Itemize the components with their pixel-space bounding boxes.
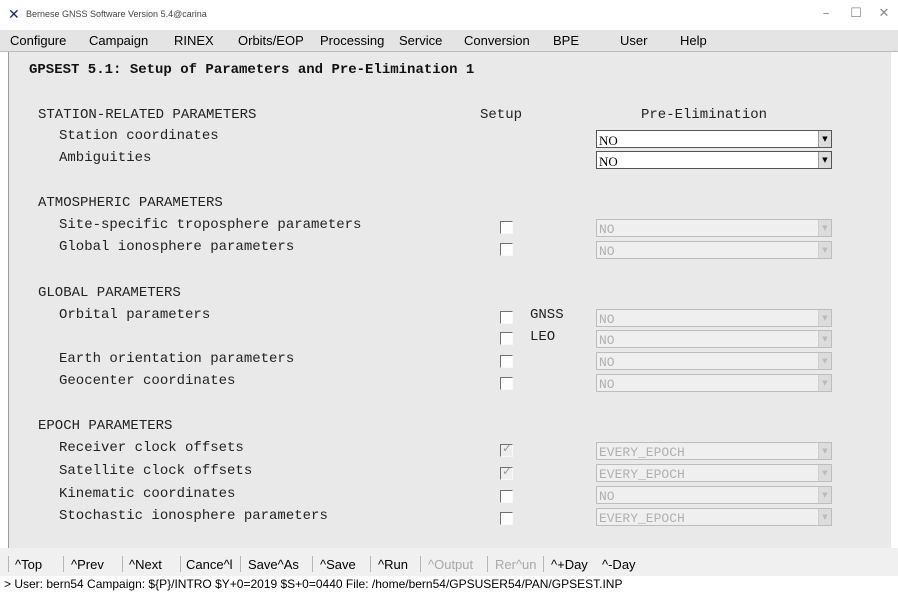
column-header-setup: Setup [480,107,523,123]
dropdown-arrow-icon[interactable]: ▼ [818,443,831,459]
dropdown-arrow-icon[interactable]: ▼ [818,331,831,347]
label-troposphere: Site-specific troposphere parameters [59,217,362,233]
eop-preelim-select[interactable]: NO ▼ [596,352,832,370]
title-bar: ✕ Bernese GNSS Software Version 5.4@cari… [0,0,898,30]
kinematic-setup-checkbox[interactable] [500,490,513,503]
label-orbital-parameters: Orbital parameters [59,307,211,323]
checkmark-icon: ✓ [502,441,513,455]
page-title: GPSEST 5.1: Setup of Parameters and Pre-… [29,62,475,78]
label-kinematic-coordinates: Kinematic coordinates [59,486,236,502]
dropdown-arrow-icon[interactable]: ▼ [818,375,831,391]
separator [487,556,488,572]
status-text: > User: bern54 Campaign: ${P}/INTRO $Y+0… [4,577,623,591]
menu-orbits-eop[interactable]: Orbits/EOP [238,33,304,48]
geocenter-setup-checkbox[interactable] [500,377,513,390]
menu-configure[interactable]: Configure [10,33,66,48]
close-icon[interactable]: ✕ [874,6,894,22]
run-button[interactable]: ^Run [378,557,408,572]
menu-processing[interactable]: Processing [320,33,384,48]
troposphere-setup-checkbox[interactable] [500,221,513,234]
minimize-icon[interactable]: – [816,6,836,22]
cancel-button[interactable]: Cance^l [186,557,233,572]
label-earth-orientation: Earth orientation parameters [59,351,295,367]
label-global-ionosphere: Global ionosphere parameters [59,239,295,255]
troposphere-preelim-select[interactable]: NO ▼ [596,219,832,237]
eop-setup-checkbox[interactable] [500,355,513,368]
stochastic-ionosphere-setup-checkbox[interactable] [500,512,513,525]
menu-user[interactable]: User [620,33,647,48]
menu-bpe[interactable]: BPE [553,33,579,48]
menu-rinex[interactable]: RINEX [174,33,214,48]
separator [122,556,123,572]
menu-campaign[interactable]: Campaign [89,33,148,48]
next-button[interactable]: ^Next [129,557,162,572]
label-stochastic-ionosphere: Stochastic ionosphere parameters [59,508,328,524]
save-button[interactable]: ^Save [320,557,356,572]
top-button[interactable]: ^Top [15,557,42,572]
bernese-x-icon: ✕ [8,7,20,23]
button-bar-grip [8,556,9,572]
dropdown-arrow-icon[interactable]: ▼ [818,353,831,369]
dropdown-arrow-icon[interactable]: ▼ [818,152,831,168]
orbital-gnss-preelim-select[interactable]: NO ▼ [596,309,832,327]
ambiguities-preelim-select[interactable]: NO ▼ [596,151,832,169]
separator [240,556,241,572]
dropdown-arrow-icon[interactable]: ▼ [818,242,831,258]
menu-help[interactable]: Help [680,33,707,48]
dropdown-arrow-icon[interactable]: ▼ [818,310,831,326]
minus-day-button[interactable]: ^-Day [602,557,636,572]
ionosphere-setup-checkbox[interactable] [500,243,513,256]
section-station-related: STATION-RELATED PARAMETERS [38,107,257,123]
separator [63,556,64,572]
kinematic-preelim-select[interactable]: NO ▼ [596,486,832,504]
prev-button[interactable]: ^Prev [71,557,104,572]
maximize-icon[interactable]: ☐ [846,6,866,22]
menu-service[interactable]: Service [399,33,442,48]
dropdown-arrow-icon[interactable]: ▼ [818,465,831,481]
label-gnss: GNSS [530,307,564,323]
save-as-button[interactable]: Save^As [248,557,299,572]
separator [180,556,181,572]
receiver-clock-preelim-select[interactable]: EVERY_EPOCH ▼ [596,442,832,460]
dropdown-arrow-icon[interactable]: ▼ [818,220,831,236]
stochastic-ionosphere-preelim-select[interactable]: EVERY_EPOCH ▼ [596,508,832,526]
section-epoch: EPOCH PARAMETERS [38,418,173,434]
orbital-leo-setup-checkbox[interactable] [500,332,513,345]
section-atmospheric: ATMOSPHERIC PARAMETERS [38,195,223,211]
dropdown-arrow-icon[interactable]: ▼ [818,131,831,147]
menu-conversion[interactable]: Conversion [464,33,530,48]
dropdown-arrow-icon[interactable]: ▼ [818,509,831,525]
geocenter-preelim-select[interactable]: NO ▼ [596,374,832,392]
label-receiver-clock: Receiver clock offsets [59,440,244,456]
label-ambiguities: Ambiguities [59,150,152,166]
rerun-button[interactable]: Rer^un [495,557,537,572]
satellite-clock-setup-checkbox[interactable]: ✓ [500,464,513,480]
menu-bar: Configure Campaign RINEX Orbits/EOP Proc… [0,30,898,52]
separator [420,556,421,572]
column-header-pre-elimination: Pre-Elimination [641,107,768,123]
separator [543,556,544,572]
orbital-leo-preelim-select[interactable]: NO ▼ [596,330,832,348]
satellite-clock-preelim-select[interactable]: EVERY_EPOCH ▼ [596,464,832,482]
receiver-clock-setup-checkbox[interactable]: ✓ [500,441,513,457]
checkmark-icon: ✓ [502,464,513,478]
station-coordinates-preelim-select[interactable]: NO ▼ [596,130,832,148]
dropdown-arrow-icon[interactable]: ▼ [818,487,831,503]
label-geocenter: Geocenter coordinates [59,373,236,389]
label-station-coordinates: Station coordinates [59,128,219,144]
section-global: GLOBAL PARAMETERS [38,285,181,301]
output-button[interactable]: ^Output [428,557,473,572]
plus-day-button[interactable]: ^+Day [551,557,588,572]
separator [312,556,313,572]
ionosphere-preelim-select[interactable]: NO ▼ [596,241,832,259]
label-satellite-clock: Satellite clock offsets [59,463,253,479]
label-leo: LEO [530,329,556,345]
separator [370,556,371,572]
orbital-gnss-setup-checkbox[interactable] [500,311,513,324]
window-title: Bernese GNSS Software Version 5.4@carina [26,9,207,19]
